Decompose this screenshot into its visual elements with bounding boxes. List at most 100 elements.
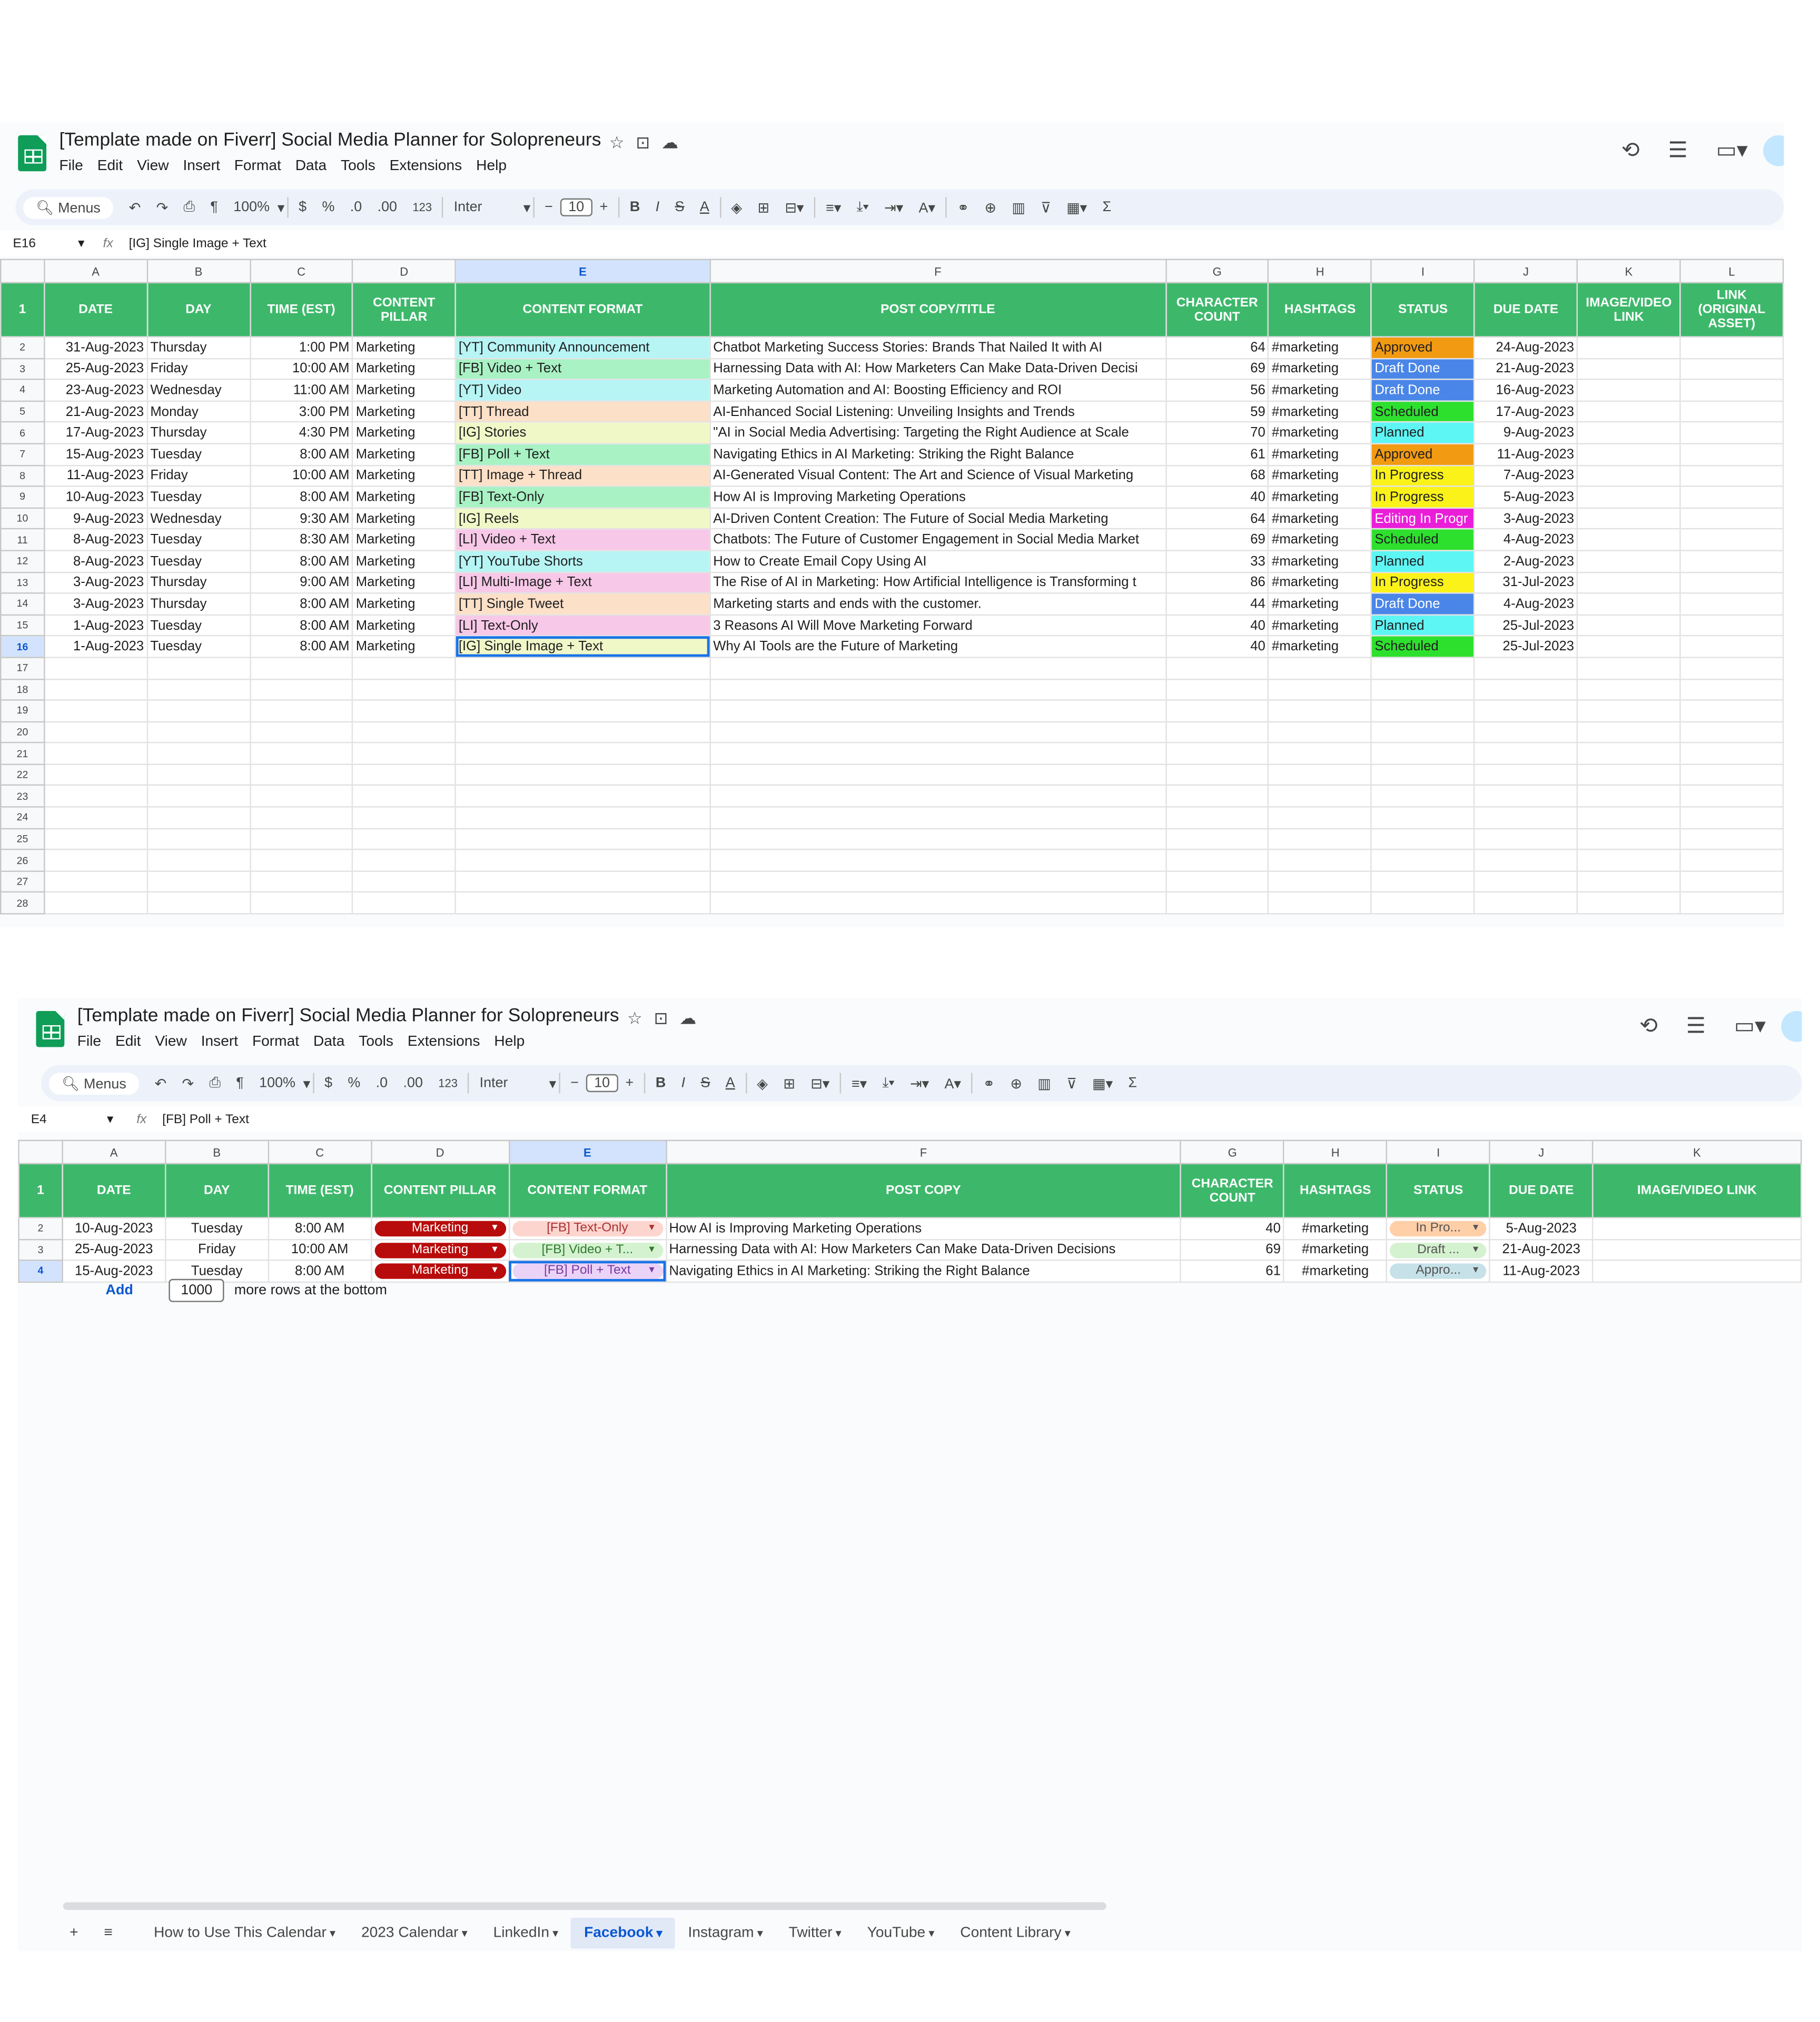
column-header-h[interactable]: H xyxy=(1268,259,1372,284)
asset-link-cell[interactable] xyxy=(1679,400,1784,423)
align-horizontal-icon[interactable]: ≡▾ xyxy=(818,199,849,215)
hashtags-cell[interactable]: #marketing xyxy=(1268,550,1372,573)
header-cell[interactable]: DAY xyxy=(164,1163,269,1218)
empty-cell[interactable] xyxy=(1679,742,1784,765)
comment-icon[interactable]: ☰ xyxy=(1668,138,1688,164)
row-header[interactable]: 14 xyxy=(0,592,45,616)
empty-cell[interactable] xyxy=(249,870,353,894)
currency-button[interactable]: $ xyxy=(291,200,314,215)
cloud-icon[interactable]: ☁ xyxy=(679,1008,696,1029)
text-wrap-icon[interactable]: ⇥▾ xyxy=(902,1075,936,1092)
date-cell[interactable]: 31-Aug-2023 xyxy=(43,336,148,359)
asset-link-cell[interactable] xyxy=(1679,614,1784,637)
status-cell[interactable]: In Progress xyxy=(1370,485,1476,509)
number-format-button[interactable]: 123 xyxy=(405,201,440,214)
pillar-cell[interactable]: Marketing xyxy=(352,379,456,402)
functions-icon[interactable]: Σ xyxy=(1095,200,1119,215)
empty-cell[interactable] xyxy=(709,720,1166,744)
empty-cell[interactable] xyxy=(1268,870,1372,894)
menu-format[interactable]: Format xyxy=(234,158,281,174)
comment-icon[interactable]: ☰ xyxy=(1686,1014,1706,1039)
status-chip[interactable]: Appro... ▼ xyxy=(1390,1264,1487,1280)
font-size-input[interactable]: 10 xyxy=(560,198,592,216)
image-link-cell[interactable] xyxy=(1576,336,1681,359)
hashtags-cell[interactable]: #marketing xyxy=(1268,336,1372,359)
menu-view[interactable]: View xyxy=(137,158,169,174)
image-link-cell[interactable] xyxy=(1576,592,1681,616)
empty-cell[interactable] xyxy=(249,785,353,808)
font-size-plus-button[interactable]: + xyxy=(618,1075,641,1091)
empty-cell[interactable] xyxy=(709,806,1166,829)
empty-cell[interactable] xyxy=(249,678,353,701)
add-sheet-button[interactable]: + xyxy=(57,1918,91,1949)
increase-decimal-button[interactable]: .00 xyxy=(395,1075,431,1091)
menu-extensions[interactable]: Extensions xyxy=(390,158,462,174)
day-cell[interactable]: Tuesday xyxy=(164,1217,269,1240)
empty-cell[interactable] xyxy=(1370,657,1476,680)
header-cell[interactable]: CONTENT FORMAT xyxy=(508,1163,667,1218)
merge-cells-icon[interactable]: ⊟▾ xyxy=(803,1075,837,1092)
empty-cell[interactable] xyxy=(352,870,456,894)
empty-cell[interactable] xyxy=(1165,720,1270,744)
empty-cell[interactable] xyxy=(454,827,711,850)
image-link-cell[interactable] xyxy=(1576,528,1681,551)
row-header[interactable]: 11 xyxy=(0,528,45,551)
empty-cell[interactable] xyxy=(1268,806,1372,829)
image-link-cell[interactable] xyxy=(1576,464,1681,487)
empty-cell[interactable] xyxy=(1165,870,1270,894)
row-header[interactable]: 20 xyxy=(0,720,45,744)
empty-cell[interactable] xyxy=(1576,699,1681,722)
link-icon[interactable]: ⚭ xyxy=(975,1075,1003,1092)
header-cell[interactable]: IMAGE/VIDEO LINK xyxy=(1576,282,1681,338)
tab-2023-calendar[interactable]: 2023 Calendar ▾ xyxy=(349,1918,481,1949)
pillar-cell[interactable]: Marketing xyxy=(352,357,456,380)
name-box[interactable]: E16 ▾ xyxy=(0,236,103,251)
empty-cell[interactable] xyxy=(1165,699,1270,722)
format-cell[interactable]: [LI] Multi-Image + Text xyxy=(454,571,711,594)
empty-cell[interactable] xyxy=(1268,720,1372,744)
select-all-corner[interactable] xyxy=(18,1139,63,1165)
empty-cell[interactable] xyxy=(43,785,148,808)
hashtags-cell[interactable]: #marketing xyxy=(1268,464,1372,487)
due-date-cell[interactable]: 24-Aug-2023 xyxy=(1473,336,1578,359)
status-cell[interactable]: Draft Done xyxy=(1370,592,1476,616)
strikethrough-button[interactable]: S xyxy=(667,200,692,215)
day-cell[interactable]: Thursday xyxy=(146,421,251,444)
day-cell[interactable]: Tuesday xyxy=(146,614,251,637)
menu-data[interactable]: Data xyxy=(313,1034,344,1049)
menu-tools[interactable]: Tools xyxy=(359,1034,393,1049)
avatar[interactable] xyxy=(1763,135,1784,166)
character-count-cell[interactable]: 70 xyxy=(1165,421,1270,444)
header-cell[interactable]: DATE xyxy=(62,1163,166,1218)
empty-cell[interactable] xyxy=(454,849,711,872)
status-cell[interactable]: Planned xyxy=(1370,550,1476,573)
hashtags-cell[interactable]: #marketing xyxy=(1283,1217,1388,1240)
pillar-chip[interactable]: Marketing ▼ xyxy=(374,1264,506,1280)
due-date-cell[interactable]: 31-Jul-2023 xyxy=(1473,571,1578,594)
empty-cell[interactable] xyxy=(43,678,148,701)
post-copy-cell[interactable]: How AI is Improving Marketing Operations xyxy=(709,485,1166,509)
print-icon[interactable]: ⎙ xyxy=(202,1075,229,1092)
column-header-i[interactable]: I xyxy=(1386,1139,1491,1165)
header-cell[interactable]: LINK (ORIGINAL ASSET) xyxy=(1679,282,1784,338)
empty-cell[interactable] xyxy=(1370,870,1476,894)
status-cell[interactable]: Draft Done xyxy=(1370,379,1476,402)
date-cell[interactable]: 10-Aug-2023 xyxy=(43,485,148,509)
image-link-cell[interactable] xyxy=(1576,379,1681,402)
time-cell[interactable]: 8:00 AM xyxy=(249,592,353,616)
sheets-logo-icon[interactable] xyxy=(36,1011,65,1047)
post-copy-cell[interactable]: How AI is Improving Marketing Operations xyxy=(665,1217,1182,1240)
image-link-cell[interactable] xyxy=(1576,443,1681,466)
day-cell[interactable]: Thursday xyxy=(146,571,251,594)
empty-cell[interactable] xyxy=(352,720,456,744)
empty-cell[interactable] xyxy=(43,742,148,765)
empty-cell[interactable] xyxy=(146,827,251,850)
post-copy-cell[interactable]: Harnessing Data with AI: How Marketers C… xyxy=(665,1238,1182,1261)
add-rows-count-input[interactable]: 1000 xyxy=(169,1278,224,1302)
filter-views-icon[interactable]: ▦▾ xyxy=(1084,1075,1120,1092)
row-header[interactable]: 18 xyxy=(0,678,45,701)
undo-icon[interactable]: ↶ xyxy=(147,1075,174,1092)
redo-icon[interactable]: ↷ xyxy=(174,1075,202,1092)
row-header[interactable]: 23 xyxy=(0,785,45,808)
day-cell[interactable]: Tuesday xyxy=(146,485,251,509)
